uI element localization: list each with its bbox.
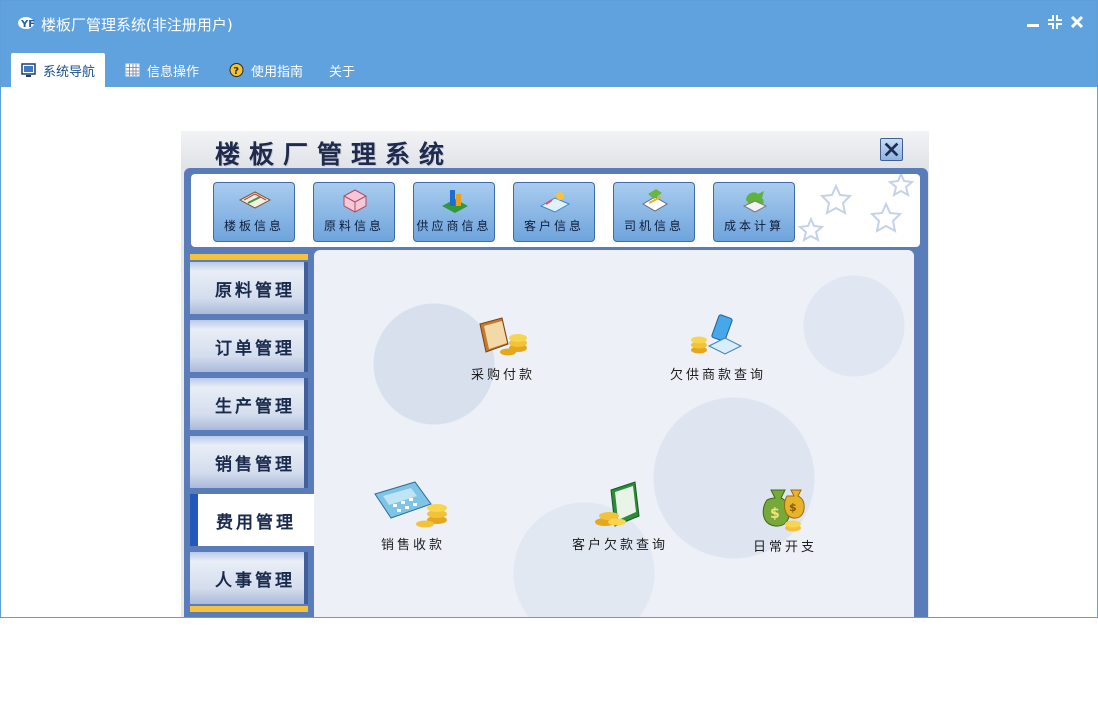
toolbar-label: 司机信息 [623, 219, 684, 233]
func-label: 销售收款 [380, 538, 445, 553]
title-bar: YF 楼板厂管理系统(非注册用户) [1, 1, 1097, 47]
toolbar-customer-info-button[interactable]: 客户信息 [513, 182, 595, 242]
star-decoration-icon [797, 174, 915, 243]
nav-item-production-management[interactable]: 生产管理 [190, 378, 308, 430]
tab-user-guide[interactable]: ? 使用指南 [219, 53, 313, 87]
quick-toolbar: 楼板信息 原料信息 供应商信息 客户信息 司机信息 成本计算 [191, 174, 920, 247]
nav-item-order-management[interactable]: 订单管理 [190, 320, 308, 372]
app-window: YF 楼板厂管理系统(非注册用户) 系统导航 信息操作 ? 使用指南 关于 楼板… [0, 0, 1098, 618]
supplier-debt-icon [691, 314, 743, 355]
func-label: 客户欠款查询 [571, 538, 668, 553]
nav-label: 原料管理 [215, 281, 295, 301]
svg-text:?: ? [233, 66, 239, 77]
book-icon [238, 191, 272, 209]
toolbar-driver-info-button[interactable]: 司机信息 [613, 182, 695, 242]
tab-info-operations[interactable]: 信息操作 [115, 53, 209, 87]
tab-system-navigation[interactable]: 系统导航 [11, 53, 106, 87]
func-daily-expenses[interactable]: $ $ 日常开支 [740, 480, 830, 555]
tab-about[interactable]: 关于 [319, 53, 365, 87]
func-supplier-debt-query[interactable]: 欠供商款查询 [658, 308, 778, 383]
module-nav: 原料管理 订单管理 生产管理 销售管理 费用管理 人事管理 [190, 254, 314, 617]
toolbar-label: 供应商信息 [416, 219, 492, 233]
function-area: 采购付款 欠供商款查询 销售收款 客户欠款查询 $ $ 日常开支 [314, 250, 914, 617]
toolbar-material-info-button[interactable]: 原料信息 [313, 182, 395, 242]
func-purchase-payment[interactable]: 采购付款 [458, 308, 548, 383]
cost-icon [742, 191, 768, 213]
calculator-coins-icon [374, 481, 447, 528]
ledger-coins-icon [479, 317, 527, 356]
customer-debt-icon [595, 481, 640, 527]
app-logo-icon: YF [18, 17, 35, 30]
nav-item-material-management[interactable]: 原料管理 [190, 262, 308, 314]
panel-body: 楼板信息 原料信息 供应商信息 客户信息 司机信息 成本计算 原料管理 订单管理… [184, 168, 928, 617]
svg-text:$: $ [770, 506, 780, 522]
tab-label: 使用指南 [251, 64, 304, 80]
nav-bottom-band [190, 606, 308, 612]
panel-close-icon[interactable] [880, 138, 903, 161]
grid-icon [125, 63, 140, 77]
toolbar-label: 楼板信息 [223, 219, 284, 233]
nav-top-band [190, 254, 308, 260]
toolbar-supplier-info-button[interactable]: 供应商信息 [413, 182, 495, 242]
nav-label: 订单管理 [215, 339, 295, 359]
nav-item-expense-management[interactable]: 费用管理 [190, 494, 314, 546]
toolbar-floor-info-button[interactable]: 楼板信息 [213, 182, 295, 242]
money-bag-icon: $ $ [762, 489, 805, 532]
func-label: 欠供商款查询 [669, 368, 766, 383]
window-title: 楼板厂管理系统(非注册用户) [41, 16, 233, 34]
toolbar-label: 原料信息 [323, 219, 384, 233]
func-label: 采购付款 [470, 368, 535, 383]
func-sales-receipt[interactable]: 销售收款 [358, 480, 468, 553]
monitor-icon [21, 63, 36, 77]
svg-text:YF: YF [20, 19, 35, 30]
func-customer-debt-query[interactable]: 客户欠款查询 [550, 480, 690, 553]
tab-label: 信息操作 [147, 64, 200, 80]
menu-bar: 系统导航 信息操作 ? 使用指南 关于 [1, 47, 1097, 87]
nav-item-personnel-management[interactable]: 人事管理 [190, 552, 308, 604]
toolbar-label: 成本计算 [723, 219, 784, 233]
customer-icon [539, 192, 571, 213]
nav-label: 费用管理 [216, 513, 296, 533]
panel-title: 楼板厂管理系统 [215, 140, 454, 169]
navigation-panel: 楼板厂管理系统 楼板信息 原料信息 供应商信息 客户信息 司机信息 成本计算 原… [181, 131, 929, 617]
nav-item-sales-management[interactable]: 销售管理 [190, 436, 308, 488]
box-icon [343, 189, 367, 213]
help-icon: ? [229, 63, 244, 77]
close-icon[interactable] [1068, 13, 1086, 31]
restore-icon[interactable] [1046, 13, 1064, 31]
panel-header: 楼板厂管理系统 [181, 131, 929, 169]
toolbar-label: 客户信息 [523, 219, 584, 233]
content-area: 楼板厂管理系统 楼板信息 原料信息 供应商信息 客户信息 司机信息 成本计算 原… [1, 87, 1097, 617]
nav-label: 人事管理 [215, 571, 295, 591]
svg-text:$: $ [789, 501, 797, 514]
minimize-icon[interactable] [1024, 13, 1042, 31]
nav-label: 销售管理 [215, 455, 295, 475]
chart-icon [442, 190, 468, 213]
toolbar-cost-calculation-button[interactable]: 成本计算 [713, 182, 795, 242]
tab-label: 系统导航 [43, 64, 96, 80]
func-label: 日常开支 [752, 540, 817, 555]
nav-label: 生产管理 [215, 397, 295, 417]
tab-label: 关于 [329, 64, 356, 80]
driver-icon [642, 189, 668, 212]
